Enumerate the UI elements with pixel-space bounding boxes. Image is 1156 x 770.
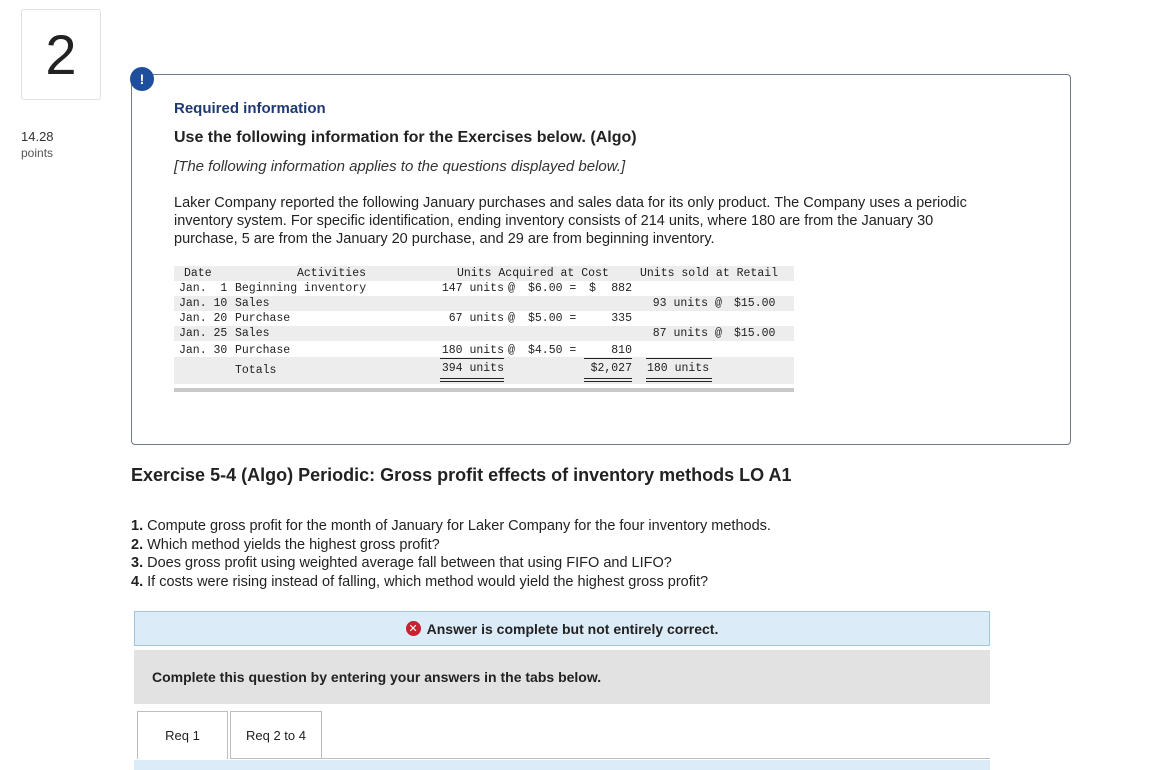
header-units-acquired: Units Acquired at Cost bbox=[457, 267, 609, 281]
row-date: Jan. 10 bbox=[179, 297, 227, 311]
row-activity: Beginning inventory bbox=[235, 282, 366, 296]
row-total-cost: 882 bbox=[592, 282, 632, 296]
required-info-heading: Required information bbox=[174, 100, 326, 117]
alert-icon: ! bbox=[130, 67, 154, 91]
points-value: 14.28 bbox=[21, 129, 54, 144]
row-acquired-units: 67 units bbox=[430, 312, 504, 326]
row-at-sign: @ bbox=[715, 327, 722, 341]
points-label: points bbox=[21, 146, 53, 160]
tab-content-panel bbox=[134, 760, 990, 770]
inventory-table: Date Activities Units Acquired at Cost U… bbox=[174, 266, 794, 394]
list-item: 2. Which method yields the highest gross… bbox=[131, 536, 771, 555]
row-unit-cost: $5.00 = bbox=[528, 312, 576, 326]
row-acquired-units: 147 units bbox=[430, 282, 504, 296]
exercise-title: Exercise 5-4 (Algo) Periodic: Gross prof… bbox=[131, 465, 791, 486]
answer-status-text: Answer is complete but not entirely corr… bbox=[427, 621, 719, 637]
list-item: 4. If costs were rising instead of falli… bbox=[131, 573, 771, 592]
list-item: 1. Compute gross profit for the month of… bbox=[131, 517, 771, 536]
row-sold-units: 93 units bbox=[636, 297, 708, 311]
totals-acquired-units: 394 units bbox=[430, 362, 504, 376]
question-number: 2 bbox=[21, 9, 101, 100]
list-item: 3. Does gross profit using weighted aver… bbox=[131, 554, 771, 573]
row-activity: Purchase bbox=[235, 312, 290, 326]
row-date: Jan. 30 bbox=[179, 344, 227, 358]
row-sold-units: 87 units bbox=[636, 327, 708, 341]
row-date: Jan. 20 bbox=[179, 312, 227, 326]
row-at-sign: @ bbox=[715, 297, 722, 311]
totals-label: Totals bbox=[235, 364, 276, 378]
question-text: Compute gross profit for the month of Ja… bbox=[143, 518, 771, 534]
complete-prompt-text: Complete this question by entering your … bbox=[152, 669, 601, 685]
tab-divider bbox=[322, 758, 990, 759]
row-activity: Purchase bbox=[235, 344, 290, 358]
row-at-sign: @ bbox=[508, 312, 515, 326]
row-unit-cost: $6.00 = bbox=[528, 282, 576, 296]
error-x-icon: ✕ bbox=[406, 621, 421, 636]
question-text: Does gross profit using weighted average… bbox=[143, 555, 672, 571]
tab-label: Req 2 to 4 bbox=[246, 728, 306, 743]
row-acquired-units: 180 units bbox=[430, 344, 504, 358]
question-number-label: 4. bbox=[131, 574, 143, 590]
row-total-cost: 810 bbox=[592, 344, 632, 358]
row-at-sign: @ bbox=[508, 282, 515, 296]
row-activity: Sales bbox=[235, 327, 270, 341]
question-number-label: 2. bbox=[131, 537, 143, 553]
answer-status-bar: ✕ Answer is complete but not entirely co… bbox=[134, 611, 990, 646]
question-list: 1. Compute gross profit for the month of… bbox=[131, 517, 771, 591]
question-text: Which method yields the highest gross pr… bbox=[143, 537, 440, 553]
row-sale-price: $15.00 bbox=[734, 297, 775, 311]
applies-note: [The following information applies to th… bbox=[174, 158, 625, 175]
complete-prompt-bar: Complete this question by entering your … bbox=[134, 650, 990, 704]
totals-sold-units: 180 units bbox=[647, 362, 709, 376]
totals-cost: $2,027 bbox=[572, 362, 632, 376]
header-date: Date bbox=[184, 267, 212, 281]
scenario-paragraph: Laker Company reported the following Jan… bbox=[174, 194, 994, 248]
row-unit-cost: $4.50 = bbox=[528, 344, 576, 358]
row-activity: Sales bbox=[235, 297, 270, 311]
question-number-label: 1. bbox=[131, 518, 143, 534]
row-at-sign: @ bbox=[508, 344, 515, 358]
use-info-heading: Use the following information for the Ex… bbox=[174, 129, 637, 147]
question-number-label: 3. bbox=[131, 555, 143, 571]
tab-req-1[interactable]: Req 1 bbox=[137, 711, 228, 759]
tab-label: Req 1 bbox=[165, 728, 200, 743]
question-text: If costs were rising instead of falling,… bbox=[143, 574, 708, 590]
row-sale-price: $15.00 bbox=[734, 327, 775, 341]
tab-req-2-to-4[interactable]: Req 2 to 4 bbox=[230, 711, 322, 759]
row-date: Jan. 25 bbox=[179, 327, 227, 341]
header-activities: Activities bbox=[297, 267, 366, 281]
row-total-cost: 335 bbox=[592, 312, 632, 326]
header-units-sold: Units sold at Retail bbox=[640, 267, 778, 281]
row-date: Jan. 1 bbox=[179, 282, 227, 296]
